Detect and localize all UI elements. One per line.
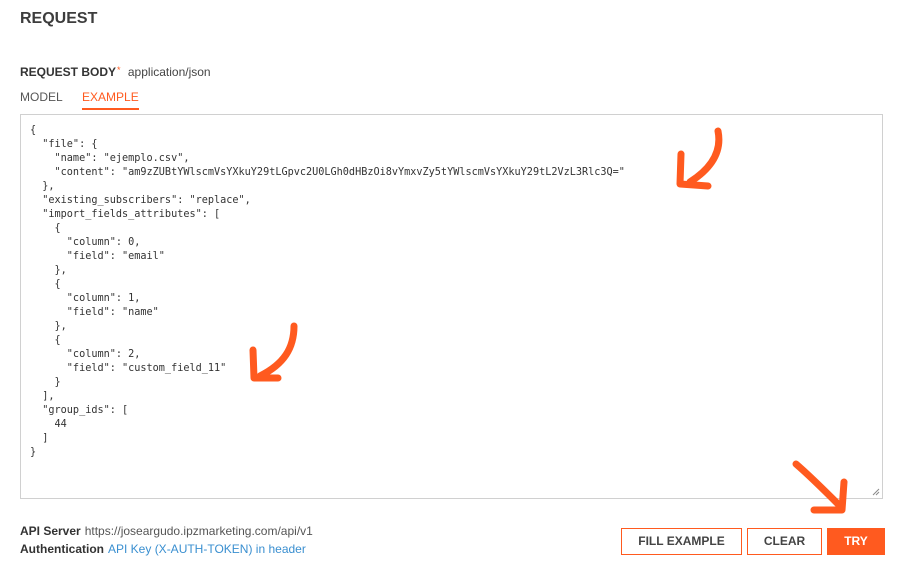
authentication-label: Authentication	[20, 542, 104, 556]
authentication-link[interactable]: API Key (X-AUTH-TOKEN) in header	[108, 542, 306, 556]
fill-example-button[interactable]: FILL EXAMPLE	[621, 528, 742, 555]
api-server-value: https://joseargudo.ipzmarketing.com/api/…	[84, 524, 313, 538]
api-server-label: API Server	[20, 524, 81, 538]
request-body-label: REQUEST BODY* application/json	[20, 65, 211, 79]
arrow-icon	[676, 127, 723, 190]
body-tabs: MODEL EXAMPLE	[20, 90, 155, 110]
tab-model[interactable]: MODEL	[20, 90, 63, 108]
json-code[interactable]: { "file": { "name": "ejemplo.csv", "cont…	[21, 115, 882, 469]
request-body-editor[interactable]: { "file": { "name": "ejemplo.csv", "cont…	[20, 114, 883, 499]
authentication-row: Authentication API Key (X-AUTH-TOKEN) in …	[20, 540, 313, 558]
request-body-title: REQUEST BODY	[20, 65, 117, 79]
try-button[interactable]: TRY	[827, 528, 885, 555]
resize-handle-icon[interactable]	[872, 488, 880, 496]
required-marker: *	[117, 65, 121, 75]
tab-example[interactable]: EXAMPLE	[82, 90, 139, 110]
api-server-row: API Server https://joseargudo.ipzmarketin…	[20, 522, 313, 540]
clear-button[interactable]: CLEAR	[747, 528, 822, 555]
section-title: REQUEST	[20, 10, 98, 27]
arrow-icon	[249, 322, 298, 382]
arrow-icon	[792, 460, 848, 514]
content-type: application/json	[127, 65, 211, 79]
request-info: API Server https://joseargudo.ipzmarketin…	[20, 522, 313, 558]
